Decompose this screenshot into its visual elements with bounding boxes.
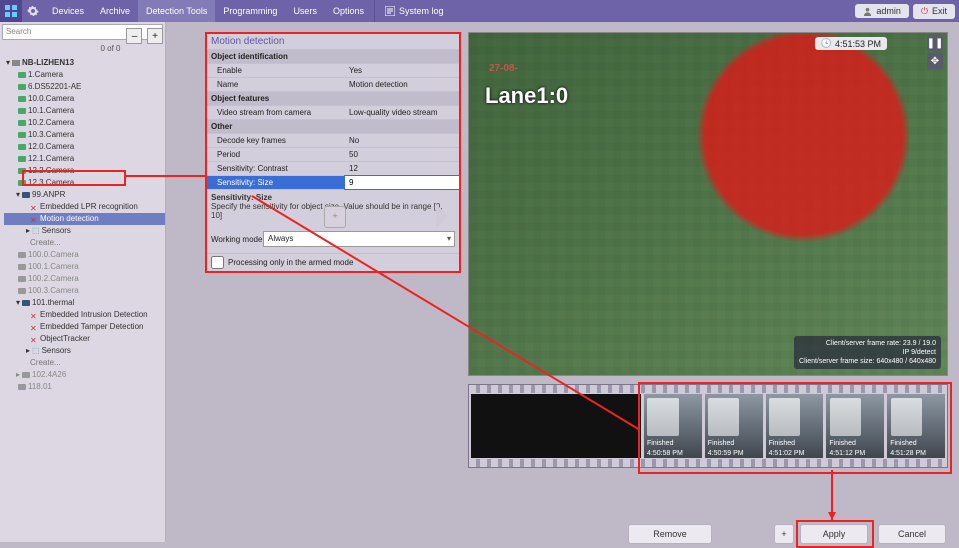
tree-root[interactable]: NB-LIZHEN13 [22, 57, 74, 69]
clock-icon: 🕓 [821, 38, 832, 49]
event-thumbnail[interactable]: Finished4:50:59 PM [705, 394, 763, 458]
gear-icon[interactable] [22, 0, 44, 22]
event-thumbnail[interactable]: Finished4:51:02 PM [766, 394, 824, 458]
device-tree[interactable]: ▾NB-LIZHEN13 1.Camera 6.DS52201-AE 10.0.… [0, 55, 165, 542]
tree-camera[interactable]: 10.3.Camera [28, 129, 74, 141]
section-ident[interactable]: Object identification [207, 50, 339, 63]
cancel-button[interactable]: Cancel [878, 524, 946, 544]
tree-detector[interactable]: ObjectTracker [40, 333, 90, 345]
nav-detection-tools[interactable]: Detection Tools [138, 0, 215, 22]
tree-sensors[interactable]: Sensors [42, 225, 71, 237]
prop-value[interactable]: 50 [345, 148, 459, 161]
prev-match-button[interactable]: – [126, 28, 142, 44]
top-bar: Devices Archive Detection Tools Programm… [0, 0, 959, 22]
tree-group[interactable]: 99.ANPR [32, 189, 65, 201]
prop-value[interactable]: No [345, 134, 459, 147]
tree-camera[interactable]: 12.1.Camera [28, 153, 74, 165]
event-thumbnail[interactable]: Finished4:51:12 PM [826, 394, 884, 458]
tree-camera[interactable]: 10.2.Camera [28, 117, 74, 129]
armed-mode-checkbox[interactable] [211, 256, 224, 269]
lane-label: Lane1:0 [485, 83, 568, 109]
tree-create[interactable]: Create... [30, 357, 61, 369]
prop-key: Enable [207, 64, 345, 77]
tree-camera[interactable]: 12.0.Camera [28, 141, 74, 153]
tree-create[interactable]: Create... [30, 237, 61, 249]
tree-sensors[interactable]: Sensors [42, 345, 71, 357]
prop-value[interactable]: Low-quality video stream [345, 106, 459, 119]
tree-detector[interactable]: Embedded LPR recognition [40, 201, 138, 213]
sensitivity-size-input[interactable]: 9 [345, 176, 459, 189]
section-other[interactable]: Other [207, 120, 339, 133]
prop-value[interactable]: Yes [345, 64, 459, 77]
log-icon [385, 6, 395, 16]
nav-devices[interactable]: Devices [44, 0, 92, 22]
camera-timestamp: 27-08- [489, 63, 518, 74]
prop-key: Period [207, 148, 345, 161]
event-filmstrip[interactable]: Finished4:50:58 PM Finished4:50:59 PM Fi… [468, 384, 948, 468]
event-thumbnail[interactable]: Finished4:51:28 PM [887, 394, 945, 458]
system-log-label: System log [399, 6, 444, 16]
nav-system-log[interactable]: System log [377, 6, 452, 16]
properties-panel: Motion detection Object identification E… [205, 32, 461, 273]
tree-camera[interactable]: 100.2.Camera [28, 273, 79, 285]
prop-key: Name [207, 78, 345, 91]
prop-value[interactable]: Motion detection [345, 78, 459, 91]
tree-camera[interactable]: 12.2.Camera [28, 165, 74, 177]
user-chip[interactable]: admin [855, 4, 909, 18]
working-mode-select[interactable]: Always [263, 231, 455, 247]
panel-title: Motion detection [207, 34, 459, 49]
add-zone-button[interactable]: + [324, 206, 346, 228]
search-counter: 0 of 0 [96, 42, 124, 55]
prop-key: Video stream from camera [207, 106, 345, 119]
tree-group[interactable]: 101.thermal [32, 297, 74, 309]
user-label: admin [876, 6, 901, 16]
ptz-button[interactable]: ✥ [927, 53, 943, 69]
tree-camera[interactable]: 100.3.Camera [28, 285, 79, 297]
exit-button[interactable]: ⏻ Exit [913, 4, 955, 19]
section-features[interactable]: Object features [207, 92, 339, 105]
filmstrip-blank [471, 394, 641, 458]
tree-detector[interactable]: Embedded Intrusion Detection [40, 309, 148, 321]
next-match-button[interactable]: + [147, 28, 163, 44]
tree-detector[interactable]: Embedded Tamper Detection [40, 321, 143, 333]
tree-camera[interactable]: 102.4A26 [32, 369, 66, 381]
nav-options[interactable]: Options [325, 0, 372, 22]
tree-camera[interactable]: 10.0.Camera [28, 93, 74, 105]
tree-camera[interactable]: 10.1.Camera [28, 105, 74, 117]
app-logo[interactable] [0, 0, 22, 22]
event-thumbnail[interactable]: Finished4:50:58 PM [644, 394, 702, 458]
tree-camera[interactable]: 100.0.Camera [28, 249, 79, 261]
nav-programming[interactable]: Programming [215, 0, 285, 22]
exit-label: Exit [932, 6, 947, 16]
prop-key: Decode key frames [207, 134, 345, 147]
tree-camera[interactable]: 118.01 [28, 381, 52, 393]
prop-value[interactable]: 12 [345, 162, 459, 175]
pause-button[interactable]: ❚❚ [927, 35, 943, 51]
time-chip[interactable]: 🕓4:51:53 PM [815, 37, 887, 50]
working-mode-label: Working mode [211, 235, 263, 244]
prop-key-selected: Sensitivity: Size [207, 176, 345, 189]
stream-info: Client/server frame rate: 23.9 / 19.0 IP… [794, 336, 941, 369]
tree-camera[interactable]: 6.DS52201-AE [28, 81, 81, 93]
remove-button[interactable]: Remove [628, 524, 712, 544]
tree-camera[interactable]: 12.3.Camera [28, 177, 74, 189]
device-tree-panel: Search – + 0 of 0 ▾NB-LIZHEN13 1.Camera … [0, 22, 166, 542]
live-video-view[interactable]: 27-08- Lane1:0 🕓4:51:53 PM ❚❚ ✥ Client/s… [468, 32, 948, 376]
armed-mode-label: Processing only in the armed mode [228, 258, 353, 267]
user-icon [863, 7, 872, 16]
add-button[interactable]: + [774, 524, 794, 544]
power-icon: ⏻ [921, 6, 928, 17]
apply-button[interactable]: Apply [800, 524, 868, 544]
tree-camera[interactable]: 1.Camera [28, 69, 63, 81]
nav-archive[interactable]: Archive [92, 0, 138, 22]
tree-motion-detection[interactable]: Motion detection [40, 213, 99, 225]
prop-key: Sensitivity: Contrast [207, 162, 345, 175]
nav-users[interactable]: Users [285, 0, 325, 22]
tree-camera[interactable]: 100.1.Camera [28, 261, 79, 273]
